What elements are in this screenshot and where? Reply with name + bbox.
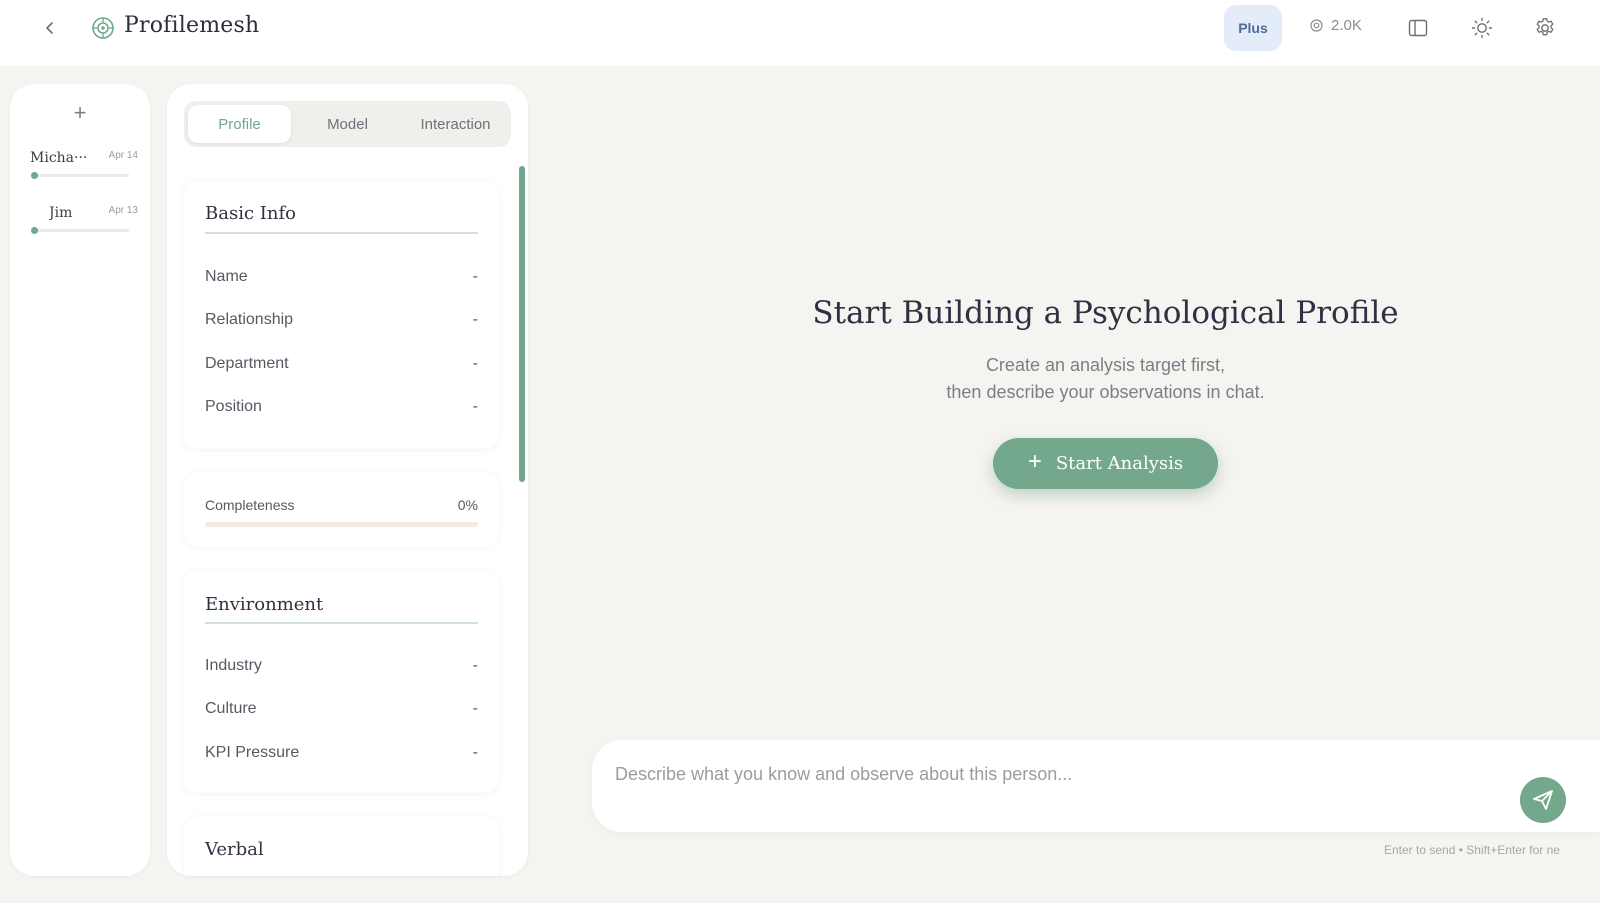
- section-divider: [205, 622, 478, 624]
- settings-button[interactable]: [1531, 14, 1559, 42]
- target-item[interactable]: Jim Apr 13: [26, 205, 138, 245]
- completeness-label: Completeness: [205, 497, 295, 513]
- add-target-button[interactable]: +: [67, 100, 93, 126]
- section-title: Basic Info: [205, 203, 296, 224]
- sun-icon: [1471, 17, 1493, 39]
- logo-icon: [91, 16, 115, 40]
- field-value-position[interactable]: -: [473, 398, 478, 416]
- section-title: Environment: [205, 594, 324, 615]
- app-title: Profilemesh: [124, 13, 260, 38]
- panel-tabs: Profile Model Interaction: [184, 101, 511, 147]
- send-button[interactable]: [1520, 777, 1566, 823]
- target-status-dot: [31, 172, 38, 179]
- chevron-left-icon: [46, 22, 53, 34]
- target-date: Apr 13: [108, 205, 138, 216]
- profile-panel: Profile Model Interaction Basic Info Nam…: [167, 84, 528, 876]
- chat-input[interactable]: [615, 760, 1495, 788]
- composer-hint: Enter to send • Shift+Enter for ne: [1384, 843, 1560, 857]
- verbal-card: Verbal: [184, 817, 499, 876]
- environment-card: Environment Industry - Culture - KPI Pre…: [184, 570, 499, 793]
- field-label-relationship: Relationship: [205, 311, 294, 328]
- basic-info-card: Basic Info Name - Relationship - Departm…: [184, 181, 499, 449]
- start-analysis-label: Start Analysis: [1055, 453, 1184, 474]
- tab-model[interactable]: Model: [296, 105, 399, 143]
- field-label-position: Position: [205, 398, 262, 415]
- empty-state-subtitle: Create an analysis target first, then de…: [800, 352, 1411, 406]
- chat-composer: [592, 740, 1600, 832]
- target-item[interactable]: Micha··· Apr 14: [26, 150, 138, 190]
- start-analysis-button[interactable]: + Start Analysis: [993, 438, 1218, 489]
- plan-badge[interactable]: Plus: [1224, 5, 1282, 51]
- target-progress-track: [35, 229, 129, 232]
- back-button[interactable]: [36, 14, 64, 42]
- credits-icon: [1310, 19, 1323, 32]
- section-title: Verbal: [205, 839, 264, 860]
- completeness-card: Completeness 0%: [184, 472, 499, 547]
- field-label-name: Name: [205, 268, 248, 285]
- target-status-dot: [31, 227, 38, 234]
- gear-icon: [1536, 18, 1554, 36]
- target-date: Apr 14: [108, 150, 138, 161]
- field-value-department[interactable]: -: [473, 355, 478, 373]
- field-value-relationship[interactable]: -: [473, 311, 478, 329]
- theme-toggle-button[interactable]: [1468, 14, 1496, 42]
- target-rail: + Micha··· Apr 14 Jim Apr 13: [10, 84, 150, 876]
- tab-interaction[interactable]: Interaction: [404, 105, 507, 143]
- panel-toggle-button[interactable]: [1404, 14, 1432, 42]
- empty-state-title: Start Building a Psychological Profile: [812, 295, 1399, 331]
- field-label-industry: Industry: [205, 657, 262, 674]
- tab-profile[interactable]: Profile: [188, 105, 291, 143]
- credits-value: 2.0K: [1331, 17, 1362, 34]
- completeness-bar: [205, 522, 478, 527]
- target-progress-track: [35, 174, 129, 177]
- field-label-department: Department: [205, 355, 289, 372]
- panel-toggle-icon: [1408, 19, 1428, 37]
- panel-scrollbar[interactable]: [519, 166, 525, 482]
- field-value-culture[interactable]: -: [473, 700, 478, 718]
- send-icon: [1533, 790, 1553, 810]
- field-value-kpi-pressure[interactable]: -: [473, 744, 478, 762]
- subtitle-line: Create an analysis target first,: [985, 355, 1226, 375]
- section-divider: [205, 232, 478, 234]
- field-label-kpi-pressure: KPI Pressure: [205, 744, 300, 761]
- field-label-culture: Culture: [205, 700, 257, 717]
- field-value-industry[interactable]: -: [473, 657, 478, 675]
- target-name: Jim: [49, 205, 73, 221]
- credits-indicator[interactable]: 2.0K: [1310, 17, 1362, 34]
- field-value-name[interactable]: -: [473, 268, 478, 286]
- target-name: Micha···: [30, 150, 88, 166]
- subtitle-line: then describe your observations in chat.: [946, 382, 1265, 402]
- completeness-value: 0%: [457, 497, 478, 513]
- plus-icon: +: [1027, 448, 1042, 475]
- top-bar: Profilemesh Plus 2.0K: [0, 0, 1600, 66]
